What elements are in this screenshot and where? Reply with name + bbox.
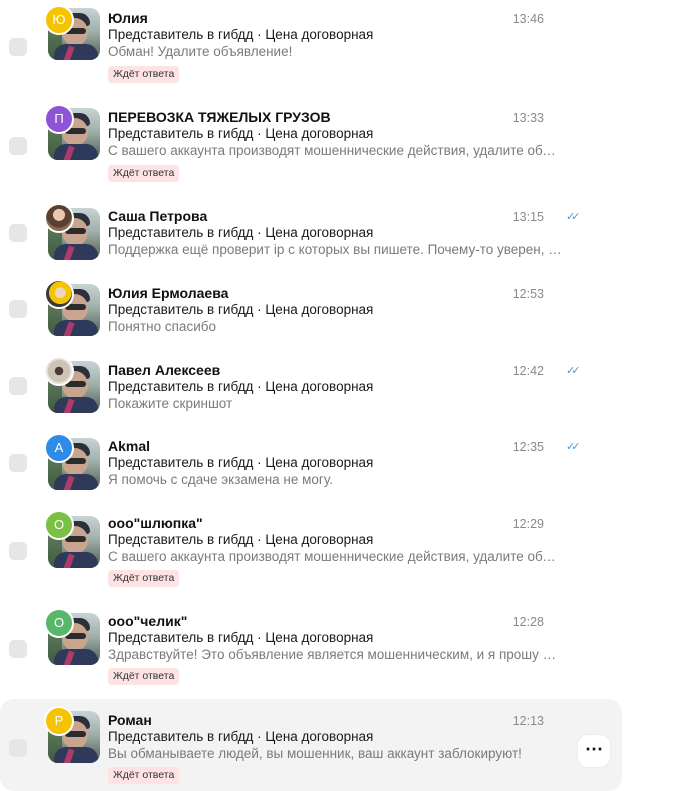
user-photo-avatar [44, 203, 74, 233]
message-preview: Здравствуйте! Это объявление является мо… [108, 647, 563, 662]
sender-name: Роман [108, 712, 152, 728]
conversation-row[interactable]: О ооо"шлюпка" 12:29 Представитель в гибд… [0, 506, 622, 598]
user-avatar: A [44, 433, 74, 463]
user-avatar: О [44, 510, 74, 540]
sender-name: Саша Петрова [108, 208, 208, 224]
double-check-icon: ✓✓ [566, 211, 581, 223]
listing-title: Представитель в гибдд · Цена договорная [108, 729, 374, 744]
sender-name: Павел Алексеев [108, 362, 221, 378]
message-preview: Вы обманываете людей, вы мошенник, ваш а… [108, 746, 522, 761]
select-checkbox[interactable] [9, 542, 27, 560]
listing-title: Представитель в гибдд · Цена договорная [108, 379, 374, 394]
message-preview: Понятно спасибо [108, 319, 216, 334]
message-time: 12:35 [512, 440, 544, 454]
message-preview: С вашего аккаунта производят мошенническ… [108, 143, 563, 158]
sender-name: Юлия Ермолаева [108, 285, 229, 301]
message-preview: С вашего аккаунта производят мошенническ… [108, 549, 563, 564]
user-avatar: Ю [44, 5, 74, 35]
listing-title: Представитель в гибдд · Цена договорная [108, 225, 374, 240]
user-photo-avatar [44, 279, 74, 309]
sender-name: Юлия [108, 10, 148, 26]
sender-name: ооо"шлюпка" [108, 515, 203, 531]
message-preview: Покажите скриншот [108, 396, 233, 411]
conversation-row[interactable]: О ооо"челик" 12:28 Представитель в гибдд… [0, 604, 622, 694]
user-photo-avatar [44, 356, 74, 386]
select-checkbox[interactable] [9, 739, 27, 757]
message-time: 13:46 [512, 12, 544, 26]
select-checkbox[interactable] [9, 377, 27, 395]
sender-name: ооо"челик" [108, 613, 188, 629]
awaiting-reply-badge: Ждёт ответа [108, 66, 180, 83]
message-time: 13:33 [512, 111, 544, 125]
listing-title: Представитель в гибдд · Цена договорная [108, 455, 374, 470]
listing-title: Представитель в гибдд · Цена договорная [108, 532, 374, 547]
awaiting-reply-badge: Ждёт ответа [108, 570, 180, 587]
conversation-row[interactable]: П ПЕРЕВОЗКА ТЯЖЕЛЫХ ГРУЗОВ 13:33 Предста… [0, 98, 622, 190]
message-time: 13:15 [512, 210, 544, 224]
message-time: 12:29 [512, 517, 544, 531]
sender-name: Akmal [108, 438, 151, 454]
conversation-row[interactable]: Павел Алексеев ✓✓ 12:42 Представитель в … [0, 353, 622, 425]
select-checkbox[interactable] [9, 38, 27, 56]
message-time: 12:53 [512, 287, 544, 301]
awaiting-reply-badge: Ждёт ответа [108, 668, 180, 685]
listing-title: Представитель в гибдд · Цена договорная [108, 126, 374, 141]
listing-title: Представитель в гибдд · Цена договорная [108, 630, 374, 645]
conversation-row[interactable]: Ю Юлия 13:46 Представитель в гибдд · Цен… [0, 0, 622, 90]
message-preview: Обман! Удалите объявление! [108, 44, 293, 59]
select-checkbox[interactable] [9, 640, 27, 658]
conversation-row[interactable]: Р Роман 12:13 Представитель в гибдд · Це… [0, 699, 622, 791]
select-checkbox[interactable] [9, 224, 27, 242]
listing-title: Представитель в гибдд · Цена договорная [108, 302, 374, 317]
awaiting-reply-badge: Ждёт ответа [108, 767, 180, 784]
double-check-icon: ✓✓ [566, 441, 581, 453]
select-checkbox[interactable] [9, 300, 27, 318]
message-time: 12:13 [512, 714, 544, 728]
conversation-row[interactable]: Саша Петрова ✓✓ 13:15 Представитель в ги… [0, 198, 622, 270]
conversation-row[interactable]: Юлия Ермолаева 12:53 Представитель в гиб… [0, 276, 622, 348]
user-avatar: Р [44, 706, 74, 736]
message-time: 12:42 [512, 364, 544, 378]
select-checkbox[interactable] [9, 137, 27, 155]
user-avatar: О [44, 608, 74, 638]
message-preview: Я помочь с сдаче экзамена не могу. [108, 472, 333, 487]
conversation-row[interactable]: A Akmal ✓✓ 12:35 Представитель в гибдд ·… [0, 430, 622, 502]
listing-title: Представитель в гибдд · Цена договорная [108, 27, 374, 42]
more-options-button[interactable]: ⋯ [578, 735, 610, 767]
select-checkbox[interactable] [9, 454, 27, 472]
awaiting-reply-badge: Ждёт ответа [108, 165, 180, 182]
user-avatar: П [44, 104, 74, 134]
double-check-icon: ✓✓ [566, 365, 581, 377]
message-preview: Поддержка ещё проверит ip с которых вы п… [108, 242, 563, 257]
message-time: 12:28 [512, 615, 544, 629]
sender-name: ПЕРЕВОЗКА ТЯЖЕЛЫХ ГРУЗОВ [108, 109, 331, 125]
